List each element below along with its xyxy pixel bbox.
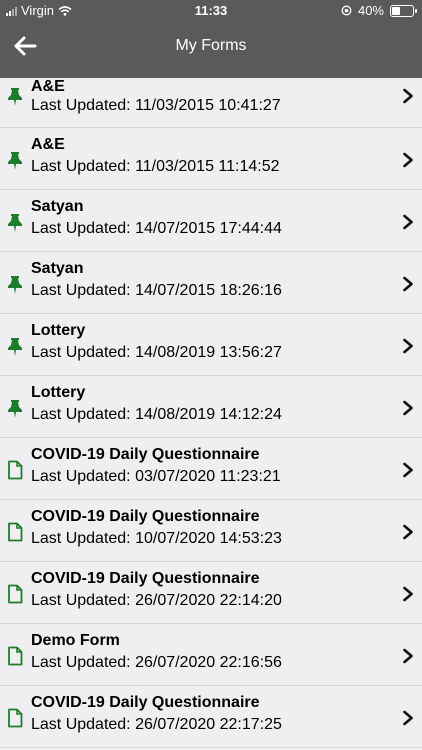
form-last-updated: Last Updated: 11/03/2015 11:14:52 (31, 158, 280, 175)
form-last-updated: Last Updated: 11/03/2015 10:41:27 (31, 97, 281, 114)
orientation-lock-icon (341, 5, 352, 16)
chevron-right-icon (402, 276, 414, 292)
chevron-right-icon (402, 524, 414, 540)
form-list-item[interactable]: Lottery Last Updated: 14/08/2019 13:56:27 (0, 314, 422, 376)
form-name: COVID-19 Daily Questionnaire (31, 570, 260, 587)
chevron-right-icon (402, 710, 414, 726)
form-name: Lottery (31, 384, 86, 401)
form-name: COVID-19 Daily Questionnaire (31, 508, 260, 525)
form-last-updated: Last Updated: 26/07/2020 22:16:56 (31, 654, 282, 671)
chevron-right-icon (402, 400, 414, 416)
chevron-right-icon (402, 462, 414, 478)
forms-list: A&E Last Updated: 11/03/2015 10:41:27 A&E L… (0, 78, 422, 750)
form-last-updated: Last Updated: 26/07/2020 22:17:25 (31, 716, 282, 733)
document-icon (6, 708, 24, 728)
chevron-right-icon (402, 648, 414, 664)
form-last-updated: Last Updated: 14/07/2015 17:44:44 (31, 220, 282, 237)
pin-icon (6, 150, 24, 170)
document-icon (6, 584, 24, 604)
form-list-item[interactable]: Satyan Last Updated: 14/07/2015 17:44:44 (0, 190, 422, 252)
form-name: COVID-19 Daily Questionnaire (31, 446, 260, 463)
form-last-updated: Last Updated: 26/07/2020 22:14:20 (31, 592, 282, 609)
app-header: Virgin 11:33 40% My Forms (0, 0, 422, 78)
form-name: Satyan (31, 260, 84, 277)
form-list-item[interactable]: COVID-19 Daily Questionnaire Last Updated… (0, 686, 422, 748)
form-name: Lottery (31, 322, 86, 339)
status-bar: Virgin 11:33 40% (0, 0, 422, 22)
form-last-updated: Last Updated: 10/07/2020 14:53:23 (31, 530, 282, 547)
form-list-item[interactable]: COVID-19 Daily Questionnaire Last Updated… (0, 438, 422, 500)
chevron-right-icon (402, 338, 414, 354)
form-name: A&E (31, 78, 65, 95)
pin-icon (6, 212, 24, 232)
pin-icon (6, 336, 24, 356)
form-last-updated: Last Updated: 03/07/2020 11:23:21 (31, 468, 281, 485)
document-icon (6, 646, 24, 666)
form-name: Satyan (31, 198, 84, 215)
form-list-item[interactable]: Demo Form Last Updated: 26/07/2020 22:16:… (0, 624, 422, 686)
document-icon (6, 460, 24, 480)
pin-icon (6, 274, 24, 294)
chevron-right-icon (402, 88, 414, 104)
form-list-item[interactable]: COVID-19 Daily Questionnaire Last Updated… (0, 562, 422, 624)
chevron-right-icon (402, 214, 414, 230)
pin-icon (6, 398, 24, 418)
form-name: COVID-19 Daily Questionnaire (31, 694, 260, 711)
form-last-updated: Last Updated: 14/07/2015 18:26:16 (31, 282, 282, 299)
chevron-right-icon (402, 152, 414, 168)
nav-bar: My Forms (0, 32, 422, 60)
page-title: My Forms (175, 37, 247, 54)
form-name: A&E (31, 136, 65, 153)
form-name: Demo Form (31, 632, 120, 649)
document-icon (6, 522, 24, 542)
form-list-item[interactable]: A&E Last Updated: 11/03/2015 11:14:52 (0, 128, 422, 190)
form-list-item[interactable]: Lottery Last Updated: 14/08/2019 14:12:24 (0, 376, 422, 438)
chevron-right-icon (402, 586, 414, 602)
form-list-item[interactable]: A&E Last Updated: 11/03/2015 10:41:27 (0, 78, 422, 128)
form-last-updated: Last Updated: 14/08/2019 14:12:24 (31, 406, 282, 423)
battery-percent: 40% (357, 3, 384, 18)
pin-icon (6, 86, 24, 106)
form-list-item[interactable]: Satyan Last Updated: 14/07/2015 18:26:16 (0, 252, 422, 314)
battery-icon (390, 4, 417, 17)
form-list-item[interactable]: COVID-19 Daily Questionnaire Last Updated… (0, 500, 422, 562)
form-last-updated: Last Updated: 14/08/2019 13:56:27 (31, 344, 282, 361)
